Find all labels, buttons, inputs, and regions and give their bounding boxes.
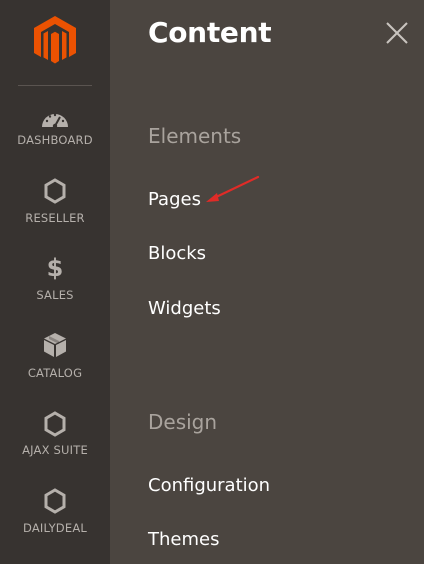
sidebar-divider (18, 85, 92, 86)
hexagon-icon (0, 410, 110, 438)
sidebar-item-reseller[interactable]: RESELLER (0, 177, 110, 253)
sidebar-item-label: AJAX SUITE (22, 443, 88, 457)
menu-link-themes[interactable]: Themes (148, 529, 219, 550)
sidebar-item-ajax-suite[interactable]: AJAX SUITE (0, 408, 110, 484)
sidebar-item-label: SALES (36, 288, 74, 302)
magento-logo-icon[interactable] (31, 14, 79, 66)
admin-root: DASHBOARD RESELLER $ SALES CATALOG AJAX … (0, 0, 424, 564)
section-heading-design: Design (148, 410, 218, 434)
sidebar-item-catalog[interactable]: CATALOG (0, 331, 110, 407)
content-menu-panel: Content Elements Pages Blocks Widgets De… (110, 0, 424, 564)
menu-link-configuration[interactable]: Configuration (148, 475, 270, 496)
red-arrow-icon (200, 172, 264, 206)
admin-sidebar: DASHBOARD RESELLER $ SALES CATALOG AJAX … (0, 0, 110, 564)
menu-link-pages[interactable]: Pages (148, 189, 201, 210)
menu-link-widgets[interactable]: Widgets (148, 298, 221, 319)
cube-icon (0, 331, 110, 359)
sidebar-item-sales[interactable]: $ SALES (0, 254, 110, 330)
menu-link-blocks[interactable]: Blocks (148, 243, 206, 264)
sidebar-item-label: RESELLER (25, 211, 85, 225)
sidebar-item-dailydeal[interactable]: DAILYDEAL (0, 485, 110, 561)
sidebar-item-label: CATALOG (27, 366, 83, 380)
panel-title: Content (148, 16, 272, 49)
dollar-icon: $ (46, 254, 64, 282)
sidebar-item-label: DASHBOARD (17, 133, 93, 147)
close-icon[interactable] (384, 20, 410, 46)
sidebar-item-dashboard[interactable]: DASHBOARD (0, 100, 110, 176)
hexagon-icon (0, 177, 110, 205)
sidebar-item-label: DAILYDEAL (22, 521, 87, 535)
hexagon-icon (0, 487, 110, 515)
section-heading-elements: Elements (148, 124, 242, 148)
dashboard-gauge-icon (0, 104, 110, 132)
